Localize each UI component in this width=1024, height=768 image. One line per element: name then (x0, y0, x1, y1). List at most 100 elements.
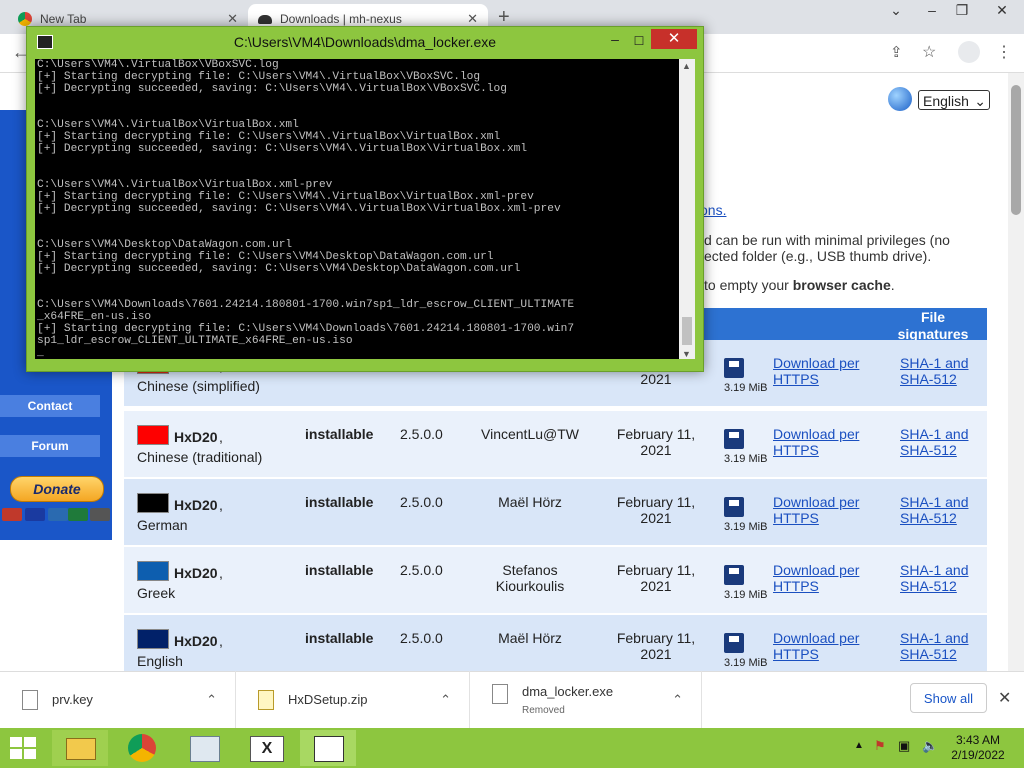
console-title: C:\Users\VM4\Downloads\dma_locker.exe (233, 34, 497, 50)
page-scrollbar-thumb[interactable] (1011, 85, 1021, 215)
close-tab-icon[interactable]: ✕ (227, 11, 238, 27)
mastercard-icon (2, 508, 22, 521)
language-name: English (137, 653, 183, 669)
signatures-link[interactable]: SHA-1 and SHA-512 (900, 562, 970, 594)
install-type: installable (305, 494, 374, 510)
restore-button[interactable]: ❐ (946, 2, 978, 19)
close-tab-icon[interactable]: ✕ (467, 11, 478, 27)
language-select[interactable]: English ⌄ (918, 90, 990, 110)
download-link[interactable]: Download per HTTPS (773, 426, 863, 458)
console-taskbar-icon[interactable] (300, 730, 356, 766)
mh-nexus-logo-icon (258, 14, 272, 24)
volume-muted-icon[interactable]: 🔈 (922, 738, 938, 754)
tray-chevron-up-icon[interactable]: ▲ (854, 740, 864, 751)
close-window-button[interactable]: ✕ (986, 2, 1018, 19)
console-close-button[interactable]: ✕ (651, 29, 697, 49)
console-maximize-button[interactable]: ☐ (627, 31, 651, 51)
clock-date: 2/19/2022 (951, 748, 1005, 762)
show-all-button[interactable]: Show all (910, 683, 987, 713)
download-link[interactable]: Download per HTTPS (773, 630, 863, 662)
signatures-link[interactable]: SHA-1 and SHA-512 (900, 630, 970, 662)
chrome-taskbar-icon[interactable] (114, 730, 170, 766)
console-scrollbar[interactable] (679, 59, 695, 359)
germany-flag-icon (137, 493, 169, 513)
install-type: installable (305, 562, 374, 578)
greece-flag-icon (137, 561, 169, 581)
product-name: HxD20 (174, 497, 218, 513)
chevron-down-icon: ⌄ (974, 93, 986, 109)
profile-avatar-icon[interactable] (958, 41, 980, 63)
donate-button[interactable]: Donate (10, 476, 104, 502)
download-link[interactable]: Download per HTTPS (773, 494, 863, 526)
product-name: HxD20 (174, 633, 218, 649)
translator: Stefanos Kiourkoulis (495, 562, 565, 594)
zip-file-icon (258, 689, 274, 710)
translator: Maël Hörz (498, 630, 562, 646)
language-name: Greek (137, 585, 176, 601)
translator: VincentLu@TW (481, 426, 579, 442)
clock-time: 3:43 AM (955, 733, 1001, 747)
release-date: February 11, 2021 (616, 426, 696, 458)
signatures-link[interactable]: SHA-1 and SHA-512 (900, 494, 970, 526)
console-minimize-button[interactable]: – (603, 31, 627, 51)
download-item-dma-locker[interactable]: dma_locker.exe Removed ⌃ (470, 671, 702, 728)
download-filename: dma_locker.exe (522, 683, 614, 699)
globe-icon (888, 87, 912, 111)
scroll-down-arrow-icon[interactable]: ▼ (682, 349, 691, 359)
taiwan-flag-icon (137, 425, 169, 445)
table-row: HxD20, Greek installable 2.5.0.0 Stefanos Ki… (124, 547, 987, 613)
floppy-disk-icon (724, 565, 744, 585)
release-date: February 11, 2021 (616, 494, 696, 526)
hxd-taskbar-icon[interactable]: X (238, 730, 294, 766)
file-size: 3.19 MiB (724, 453, 768, 465)
task-manager-taskbar-icon[interactable] (176, 730, 232, 766)
product-name: HxD20 (174, 565, 218, 581)
taskbar-clock[interactable]: 3:43 AM 2/19/2022 (948, 733, 1008, 763)
console-window[interactable]: C:\Users\VM4\Downloads\dma_locker.exe – … (26, 26, 704, 372)
jcb-icon (68, 508, 88, 521)
network-icon[interactable]: ▣ (898, 738, 910, 754)
menu-dots-icon[interactable]: ⋮ (996, 42, 1012, 62)
floppy-disk-icon (724, 429, 744, 449)
language-name: German (137, 517, 188, 533)
file-size: 3.19 MiB (724, 589, 768, 601)
download-status: Removed (522, 704, 565, 716)
version: 2.5.0.0 (400, 630, 443, 646)
version: 2.5.0.0 (400, 562, 443, 578)
download-link[interactable]: Download per HTTPS (773, 562, 863, 594)
scroll-up-arrow-icon[interactable]: ▲ (682, 61, 691, 71)
install-type: installable (305, 426, 374, 442)
version: 2.5.0.0 (400, 426, 443, 442)
page-text-fragment: d can be run with minimal privileges (no (704, 232, 950, 248)
floppy-disk-icon (724, 358, 744, 378)
download-item-hxdsetup[interactable]: HxDSetup.zip ⌃ (236, 671, 470, 728)
windows-start-icon[interactable] (10, 737, 36, 759)
signatures-link[interactable]: SHA-1 and SHA-512 (900, 355, 970, 387)
console-scrollbar-thumb[interactable] (682, 317, 692, 345)
download-item-prv-key[interactable]: prv.key ⌃ (0, 671, 236, 728)
file-size: 3.19 MiB (724, 382, 768, 394)
share-icon[interactable]: ⇪ (890, 43, 903, 61)
nav-forum[interactable]: Forum (0, 435, 100, 457)
signatures-link[interactable]: SHA-1 and SHA-512 (900, 426, 970, 458)
minimize-button[interactable]: – (916, 2, 948, 18)
chevron-up-icon[interactable]: ⌃ (206, 692, 217, 708)
tab-title: Downloads | mh-nexus (280, 12, 402, 26)
page-text-fragment: ected folder (e.g., USB thumb drive). (704, 248, 932, 264)
tab-title: New Tab (40, 12, 87, 26)
chevron-up-icon[interactable]: ⌃ (440, 692, 451, 708)
bookmark-star-icon[interactable]: ☆ (922, 42, 936, 62)
language-name: Chinese (traditional) (137, 449, 263, 465)
download-filename: prv.key (52, 692, 93, 707)
nav-contact[interactable]: Contact (0, 395, 100, 417)
chevron-up-icon[interactable]: ⌃ (672, 692, 683, 708)
download-link[interactable]: Download per HTTPS (773, 355, 863, 387)
close-downloads-bar-icon[interactable]: ✕ (998, 688, 1011, 708)
file-explorer-taskbar-icon[interactable] (52, 730, 108, 766)
action-center-flag-icon[interactable]: ⚑ (874, 738, 886, 754)
tab-search-icon[interactable]: ⌄ (880, 2, 912, 19)
file-size: 3.19 MiB (724, 657, 768, 669)
visa-icon (25, 508, 45, 521)
download-filename: HxDSetup.zip (288, 692, 368, 707)
language-name: Chinese (simplified) (137, 378, 260, 394)
